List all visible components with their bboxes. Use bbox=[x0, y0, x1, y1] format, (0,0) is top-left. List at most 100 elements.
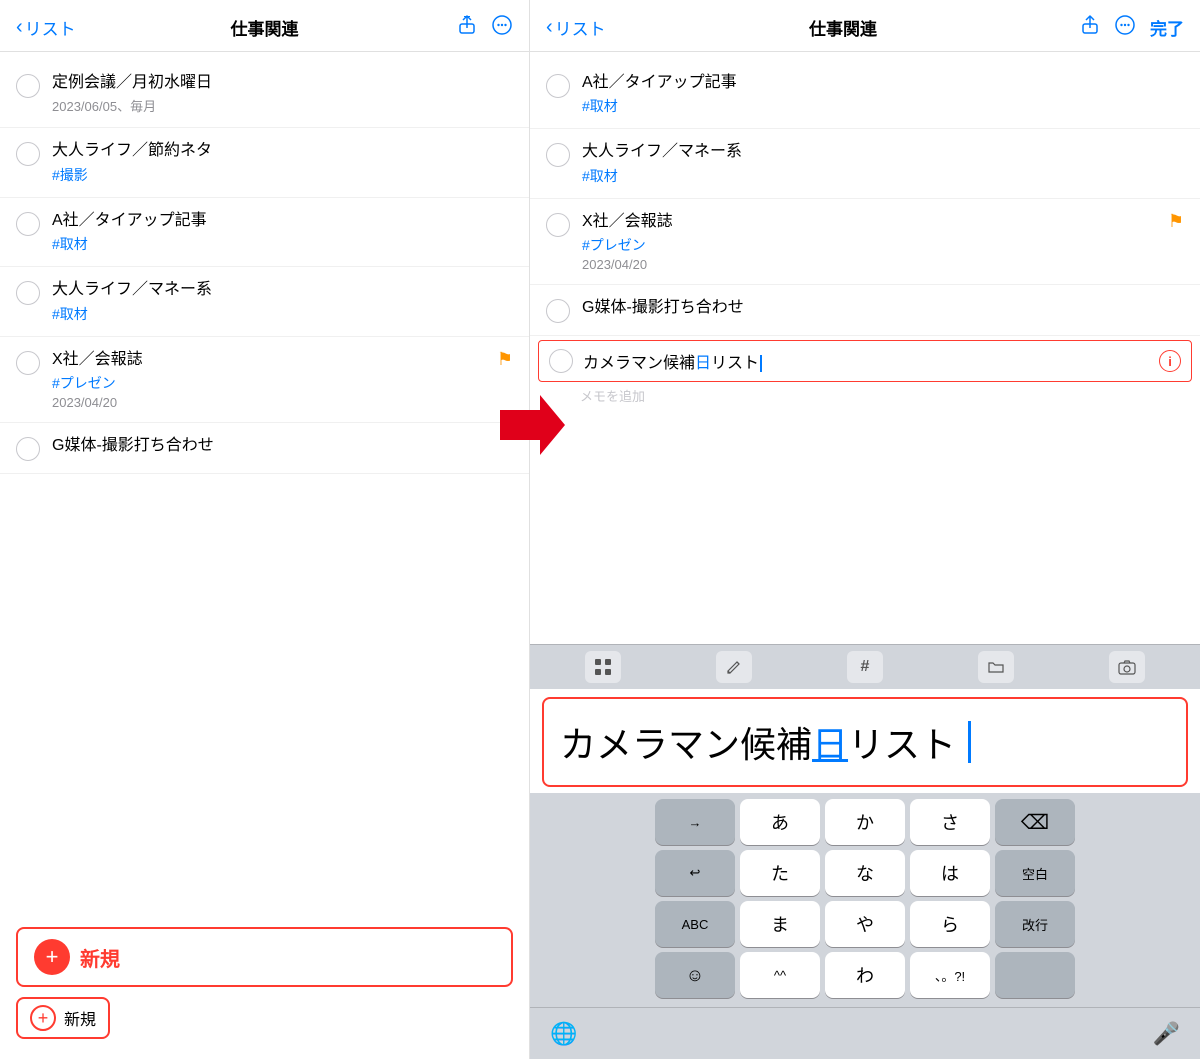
checkbox-icon[interactable] bbox=[16, 281, 40, 305]
list-item[interactable]: X社／会報誌 #プレゼン 2023/04/20 ⚑ bbox=[530, 199, 1200, 285]
right-list: A社／タイアップ記事 #取材 大人ライフ／マネー系 #取材 X社／会報誌 #プレ… bbox=[530, 52, 1200, 644]
list-item[interactable]: X社／会報誌 #プレゼン 2023/04/20 ⚑ bbox=[0, 337, 529, 423]
text-cursor-preview bbox=[958, 721, 971, 763]
item-tag: #プレゼン bbox=[582, 235, 1160, 255]
key-punctuation[interactable]: 、。?! bbox=[910, 952, 990, 998]
left-nav-actions bbox=[453, 14, 513, 41]
item-tag: #プレゼン bbox=[52, 373, 489, 393]
list-item[interactable]: 定例会議／月初水曜日 2023/06/05、毎月 bbox=[0, 60, 529, 128]
key-ha[interactable]: は bbox=[910, 850, 990, 896]
left-back-button[interactable]: ‹ リスト bbox=[16, 15, 76, 40]
right-back-button[interactable]: ‹ リスト bbox=[546, 15, 606, 40]
right-more-icon[interactable] bbox=[1114, 14, 1136, 41]
list-item-content: 大人ライフ／節約ネタ #撮影 bbox=[52, 140, 513, 184]
item-title: X社／会報誌 bbox=[582, 211, 1160, 233]
list-item[interactable]: G媒体-撮影打ち合わせ bbox=[530, 285, 1200, 336]
checkbox-icon[interactable] bbox=[16, 351, 40, 375]
left-back-label: リスト bbox=[25, 15, 76, 40]
keyboard-row-4: ☺ ^^ わ 、。?! bbox=[534, 952, 1196, 998]
left-share-icon[interactable] bbox=[457, 15, 477, 40]
item-date: 2023/04/20 bbox=[582, 257, 1160, 272]
checkbox-icon[interactable] bbox=[546, 213, 570, 237]
editing-item[interactable]: カメラマン候補日リスト i bbox=[538, 340, 1192, 382]
keyboard-row-2: ↩ た な は 空白 bbox=[534, 850, 1196, 896]
list-item[interactable]: 大人ライフ／節約ネタ #撮影 bbox=[0, 128, 529, 197]
key-a[interactable]: あ bbox=[740, 799, 820, 845]
list-item-content: X社／会報誌 #プレゼン 2023/04/20 bbox=[582, 211, 1160, 272]
left-more-icon[interactable] bbox=[491, 14, 513, 41]
new-button-small[interactable]: + 新規 bbox=[16, 997, 110, 1039]
list-item[interactable]: 大人ライフ／マネー系 #取材 bbox=[0, 267, 529, 336]
item-date: 2023/04/20 bbox=[52, 395, 489, 410]
new-button-label: 新規 bbox=[80, 943, 120, 972]
key-undo[interactable]: ↩ bbox=[655, 850, 735, 896]
key-ma[interactable]: ま bbox=[740, 901, 820, 947]
item-title: 大人ライフ／マネー系 bbox=[582, 141, 1184, 163]
checkbox-icon[interactable] bbox=[546, 143, 570, 167]
right-panel: ‹ リスト 仕事関連 完了 bbox=[530, 0, 1200, 1059]
list-item[interactable]: A社／タイアップ記事 #取材 bbox=[0, 198, 529, 267]
checkbox-icon[interactable] bbox=[16, 142, 40, 166]
item-tag: #取材 bbox=[52, 304, 513, 324]
item-title: 大人ライフ／節約ネタ bbox=[52, 140, 513, 162]
editing-highlight: 日 bbox=[695, 355, 711, 372]
microphone-icon[interactable]: 🎤 bbox=[1153, 1021, 1180, 1047]
japanese-keyboard: → あ か さ ⌫ ↩ た な は 空白 ABC ま や ら 改行 ☺ ^^ わ… bbox=[530, 793, 1200, 1007]
flag-icon: ⚑ bbox=[1168, 211, 1184, 232]
keyboard-row-1: → あ か さ ⌫ bbox=[534, 799, 1196, 845]
key-ka[interactable]: か bbox=[825, 799, 905, 845]
toolbar-folder-icon[interactable] bbox=[978, 651, 1014, 683]
right-done-button[interactable]: 完了 bbox=[1150, 15, 1184, 40]
key-return[interactable]: 改行 bbox=[995, 901, 1075, 947]
item-title: A社／タイアップ記事 bbox=[52, 210, 513, 232]
preview-text-highlight: 日 bbox=[812, 716, 848, 768]
item-tag: #取材 bbox=[582, 166, 1184, 186]
list-item[interactable]: 大人ライフ／マネー系 #取材 bbox=[530, 129, 1200, 198]
list-item-content: X社／会報誌 #プレゼン 2023/04/20 bbox=[52, 349, 489, 410]
new-button-small-plus-icon: + bbox=[30, 1005, 56, 1031]
item-tag: #取材 bbox=[52, 234, 513, 254]
checkbox-icon[interactable] bbox=[546, 299, 570, 323]
item-date: 2023/06/05、毎月 bbox=[52, 96, 513, 115]
key-abc[interactable]: ABC bbox=[655, 901, 735, 947]
key-delete[interactable]: ⌫ bbox=[995, 799, 1075, 845]
key-wa[interactable]: わ bbox=[825, 952, 905, 998]
toolbar-hashtag-icon[interactable]: # bbox=[847, 651, 883, 683]
checkbox-editing[interactable] bbox=[549, 349, 573, 373]
key-sa[interactable]: さ bbox=[910, 799, 990, 845]
key-arrow-right[interactable]: → bbox=[655, 799, 735, 845]
key-kana-small[interactable]: ^^ bbox=[740, 952, 820, 998]
preview-text-part1: カメラマン候補 bbox=[560, 716, 812, 768]
preview-text-part2: リスト bbox=[848, 716, 956, 768]
checkbox-icon[interactable] bbox=[546, 74, 570, 98]
item-title: 定例会議／月初水曜日 bbox=[52, 72, 513, 94]
keyboard-toolbar: # bbox=[530, 644, 1200, 689]
editing-text: カメラマン候補日リスト bbox=[583, 349, 1153, 373]
new-button-plus-icon: + bbox=[34, 939, 70, 975]
right-share-icon[interactable] bbox=[1080, 15, 1100, 40]
right-nav-bar: ‹ リスト 仕事関連 完了 bbox=[530, 0, 1200, 52]
item-title: X社／会報誌 bbox=[52, 349, 489, 371]
list-item-content: 定例会議／月初水曜日 2023/06/05、毎月 bbox=[52, 72, 513, 115]
key-ra[interactable]: ら bbox=[910, 901, 990, 947]
checkbox-icon[interactable] bbox=[16, 437, 40, 461]
key-na[interactable]: な bbox=[825, 850, 905, 896]
key-ta[interactable]: た bbox=[740, 850, 820, 896]
new-button-highlighted[interactable]: + 新規 bbox=[16, 927, 513, 987]
key-emoji[interactable]: ☺ bbox=[655, 952, 735, 998]
toolbar-pencil-icon[interactable] bbox=[716, 651, 752, 683]
key-ya[interactable]: や bbox=[825, 901, 905, 947]
checkbox-icon[interactable] bbox=[16, 212, 40, 236]
text-cursor bbox=[760, 355, 762, 372]
flag-icon: ⚑ bbox=[497, 349, 513, 370]
toolbar-grid-icon[interactable] bbox=[585, 651, 621, 683]
key-space[interactable]: 空白 bbox=[995, 850, 1075, 896]
list-item[interactable]: G媒体-撮影打ち合わせ bbox=[0, 423, 529, 474]
left-nav-bar: ‹ リスト 仕事関連 bbox=[0, 0, 529, 52]
toolbar-camera-icon[interactable] bbox=[1109, 651, 1145, 683]
globe-icon[interactable]: 🌐 bbox=[550, 1021, 577, 1047]
item-title: G媒体-撮影打ち合わせ bbox=[582, 297, 1184, 319]
list-item[interactable]: A社／タイアップ記事 #取材 bbox=[530, 60, 1200, 129]
checkbox-icon[interactable] bbox=[16, 74, 40, 98]
info-icon[interactable]: i bbox=[1159, 350, 1181, 372]
